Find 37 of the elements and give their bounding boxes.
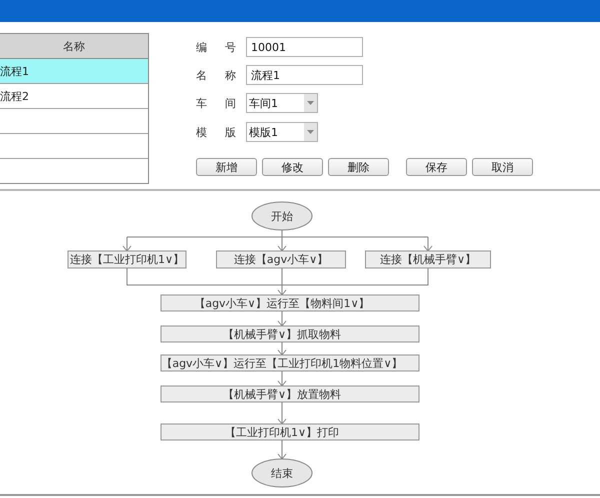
process-node: 连接【工业打印机1∨】 xyxy=(68,250,186,268)
table-row[interactable]: 流程2 xyxy=(0,84,148,109)
action-button[interactable]: 新增 xyxy=(196,158,257,176)
process-node: 【工业打印机1∨】打印 xyxy=(160,424,420,440)
action-button[interactable]: 保存 xyxy=(406,158,467,176)
connector-arrow xyxy=(424,236,432,252)
process-node: 【机械手臂∨】抓取物料 xyxy=(160,326,420,342)
process-node: 连接【agv小车∨】 xyxy=(216,250,346,268)
dropdown[interactable]: 模版1 xyxy=(246,122,318,142)
field-label: 模版 xyxy=(196,124,236,140)
dropdown[interactable]: 车间1 xyxy=(246,93,318,113)
column-header: 名称 xyxy=(0,34,148,59)
process-node: 【机械手臂∨】放置物料 xyxy=(160,386,420,402)
input-field[interactable]: 流程1 xyxy=(246,65,363,85)
connector-arrow xyxy=(278,342,286,356)
connector-arrow xyxy=(278,268,286,296)
start-node: 开始 xyxy=(252,202,312,230)
field-label: 车间 xyxy=(196,96,236,110)
action-button[interactable]: 修改 xyxy=(262,158,323,176)
action-button[interactable]: 删除 xyxy=(328,158,389,176)
caret-icon xyxy=(307,101,314,105)
connector-arrow xyxy=(278,402,286,425)
end-node: 结束 xyxy=(252,458,312,488)
field-label: 名称 xyxy=(196,68,236,82)
connector-arrow xyxy=(278,370,286,387)
table-row[interactable]: 流程1 xyxy=(0,59,148,84)
action-button[interactable]: 取消 xyxy=(472,158,533,176)
process-node: 【agv小车∨】运行至【物料间1∨】 xyxy=(160,294,420,312)
connector-arrow xyxy=(122,236,132,252)
connector-arrow xyxy=(278,230,286,252)
process-node: 连接【机械手臂∨】 xyxy=(365,250,491,268)
connector-arrow xyxy=(278,440,286,460)
field-label: 编号 xyxy=(196,40,236,54)
input-field[interactable]: 10001 xyxy=(246,37,363,57)
process-node: 【agv小车∨】运行至【工业打印机1物料位置∨】 xyxy=(160,354,420,372)
connector-arrow xyxy=(278,310,286,327)
caret-icon xyxy=(307,130,314,134)
